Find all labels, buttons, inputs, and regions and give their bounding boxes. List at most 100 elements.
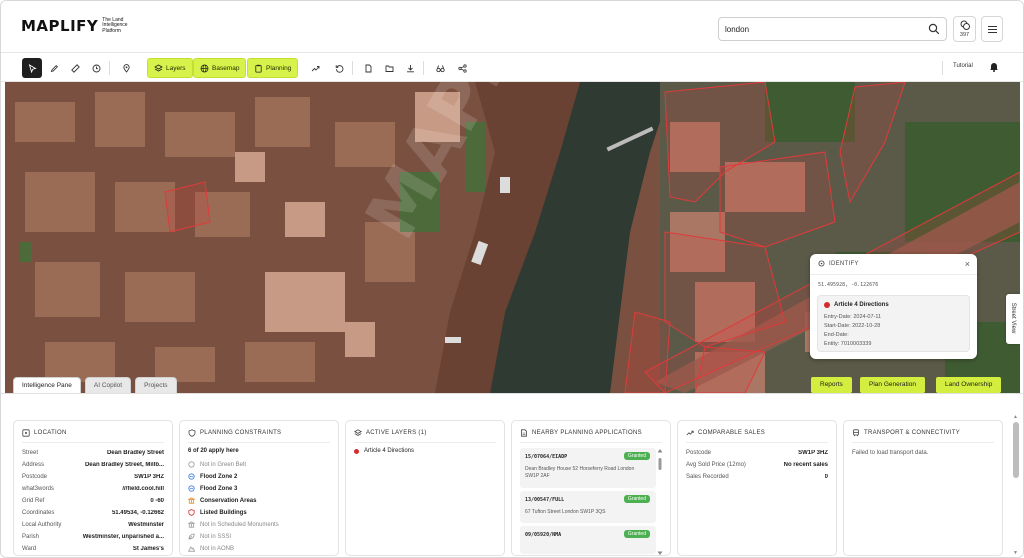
- identify-popup[interactable]: IDENTIFY × 51.495928, -0.122676 Article …: [810, 254, 977, 359]
- comparable-sales-card: COMPARABLE SALES Postcode SW1P 3HZ Avg So…: [677, 420, 837, 556]
- constraint-sssi[interactable]: Not in SSSI: [188, 533, 231, 540]
- toolbar-divider: [942, 61, 943, 75]
- menu-button[interactable]: [981, 16, 1003, 42]
- undo-tool-button[interactable]: [331, 58, 347, 78]
- layers-button[interactable]: Layers: [147, 58, 193, 78]
- select-tool-button[interactable]: [22, 58, 42, 78]
- row-value: SW1P 3HZ: [798, 450, 828, 456]
- bell-icon[interactable]: [989, 61, 999, 72]
- row-label: Postcode: [22, 474, 48, 480]
- compare-button[interactable]: [432, 58, 448, 78]
- plan-generation-button[interactable]: Plan Generation: [860, 377, 925, 393]
- row-label: Grid Ref: [22, 498, 45, 504]
- panel-scrollbar[interactable]: ▲ ▼: [1012, 410, 1020, 557]
- active-layer-item[interactable]: Article 4 Directions: [354, 448, 414, 454]
- row-value: ///field.cool.hill: [122, 486, 164, 492]
- measure-tool-button[interactable]: [67, 58, 83, 78]
- row-value: Dean Bradley Street, Millb...: [84, 462, 164, 468]
- history-icon: [335, 64, 343, 73]
- identify-coords: 51.495928, -0.122676: [818, 282, 879, 288]
- row-label: Local Authority: [22, 522, 62, 528]
- status-badge: Granted: [623, 452, 650, 460]
- reports-button[interactable]: Reports: [811, 377, 852, 393]
- row-value: 0: [824, 474, 828, 480]
- constraint-conservation-areas[interactable]: Conservation Areas: [188, 497, 256, 504]
- toolbar-divider: [352, 61, 353, 75]
- application-ref: 09/05920/NMA: [525, 532, 562, 538]
- card-divider: [520, 442, 662, 443]
- application-item[interactable]: 13/00547/FULL Granted 67 Tufton Street L…: [520, 491, 656, 523]
- draw-tool-button[interactable]: [46, 58, 62, 78]
- constraint-aonb[interactable]: Not in AONB: [188, 545, 234, 552]
- constraint-scheduled-monuments[interactable]: Not in Scheduled Monuments: [188, 521, 279, 528]
- credits-button[interactable]: 397: [953, 16, 976, 42]
- start-date: Start-Date: 2022-10-28: [824, 323, 881, 329]
- scroll-down-icon[interactable]: ▼: [1013, 550, 1018, 556]
- location-card: LOCATION Street Dean Bradley Street Addre…: [13, 420, 173, 556]
- tab-projects[interactable]: Projects: [135, 377, 177, 393]
- location-row: what3words ///field.cool.hill: [22, 486, 164, 496]
- planning-button[interactable]: Planning: [247, 58, 299, 78]
- trend-tool-button[interactable]: [307, 58, 323, 78]
- application-item[interactable]: 09/05920/NMA Granted: [520, 526, 656, 554]
- location-icon: [22, 429, 30, 437]
- history-tool-button[interactable]: [88, 58, 104, 78]
- row-value: St James's: [132, 546, 164, 552]
- layers-label: Layers: [166, 64, 186, 72]
- globe-icon: [200, 64, 209, 72]
- tab-intelligence-pane[interactable]: Intelligence Pane: [13, 377, 81, 393]
- location-row: Local Authority Westminster: [22, 522, 164, 532]
- map-canvas[interactable]: MAPLIFY IDENTIFY × 51.495928, -0.122676 …: [5, 82, 1020, 393]
- tutorial-link[interactable]: Tutorial: [953, 63, 973, 69]
- row-label: Postcode: [686, 450, 712, 456]
- constraint-green-belt[interactable]: Not in Green Belt: [188, 461, 246, 468]
- row-value: Dean Bradley Street: [106, 450, 164, 456]
- constraint-flood-zone-2[interactable]: Flood Zone 2: [188, 473, 237, 480]
- card-divider: [852, 442, 994, 443]
- applications-scrollbar[interactable]: [657, 448, 663, 556]
- logo[interactable]: MAPLIFY The Land Intelligence Platform: [21, 17, 136, 35]
- toolbar-divider: [423, 61, 424, 75]
- nearby-applications-header: NEARBY PLANNING APPLICATIONS: [520, 429, 642, 437]
- train-icon: [853, 429, 859, 437]
- land-ownership-button[interactable]: Land Ownership: [936, 377, 1002, 393]
- application-item[interactable]: 15/07064/EIADP Granted Dean Bradley Hous…: [520, 448, 656, 488]
- download-button[interactable]: [402, 58, 418, 78]
- row-label: Coordinates: [22, 510, 55, 516]
- row-value: Westminster, unparished a...: [82, 534, 164, 540]
- scroll-up-icon[interactable]: ▲: [1013, 414, 1018, 420]
- transport-title: TRANSPORT & CONNECTIVITY: [864, 430, 960, 436]
- shield-icon: [188, 429, 196, 437]
- card-divider: [188, 442, 330, 443]
- nearby-applications-title: NEARBY PLANNING APPLICATIONS: [532, 430, 642, 436]
- constraint-listed-buildings[interactable]: Listed Buildings: [188, 509, 247, 516]
- tab-ai-copilot[interactable]: AI Copilot: [84, 377, 132, 393]
- card-divider: [354, 442, 496, 443]
- new-file-button[interactable]: [360, 58, 376, 78]
- search-box[interactable]: [718, 17, 947, 41]
- row-label: what3words: [22, 486, 55, 492]
- planning-constraints-card: PLANNING CONSTRAINTS 6 of 20 apply here …: [179, 420, 339, 556]
- monument-icon: [188, 521, 195, 528]
- water-icon: [188, 485, 195, 492]
- constraint-flood-zone-3[interactable]: Flood Zone 3: [188, 485, 237, 492]
- row-value: 51.49534, -0.12662: [111, 510, 164, 516]
- constraint-label: Flood Zone 3: [200, 485, 238, 492]
- search-icon[interactable]: [928, 23, 940, 35]
- share-button[interactable]: [454, 58, 470, 78]
- comparable-sales-title: COMPARABLE SALES: [698, 430, 766, 436]
- street-view-tab[interactable]: Street View: [1006, 294, 1020, 344]
- scrollbar-thumb[interactable]: [1013, 422, 1019, 478]
- clock-icon: [92, 64, 100, 72]
- open-folder-button[interactable]: [381, 58, 397, 78]
- row-label: Address: [22, 462, 45, 468]
- app-window: MAPLIFY The Land Intelligence Platform 3…: [0, 0, 1024, 558]
- pin-tool-button[interactable]: [118, 58, 134, 78]
- constraints-summary: 6 of 20 apply here: [188, 448, 239, 454]
- entity-id: Entity: 7010003339: [824, 341, 872, 347]
- close-icon[interactable]: ×: [965, 259, 970, 269]
- row-value: SW1P 3HZ: [134, 474, 164, 480]
- toolbar-divider: [109, 61, 110, 75]
- search-input[interactable]: [725, 21, 915, 37]
- basemap-button[interactable]: Basemap: [193, 58, 247, 78]
